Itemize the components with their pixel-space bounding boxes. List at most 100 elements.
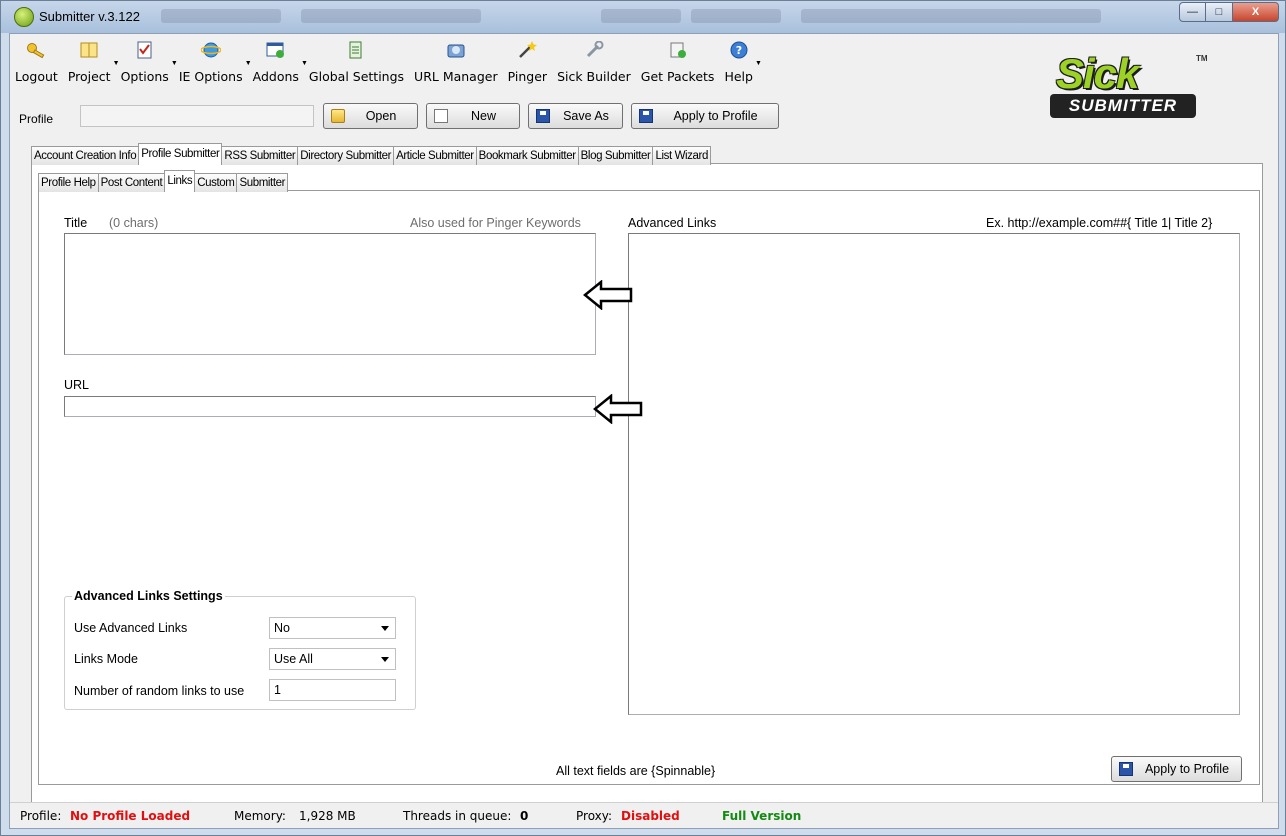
- profile-label: Profile: [19, 112, 54, 126]
- tab-custom[interactable]: Custom: [194, 173, 238, 192]
- folder-icon: [331, 109, 345, 123]
- pinger-button[interactable]: Pinger: [503, 36, 552, 92]
- logout-button[interactable]: Logout: [10, 36, 63, 92]
- links-mode-select[interactable]: Use All: [269, 648, 396, 670]
- save-icon: [536, 109, 550, 123]
- advanced-links-label: Advanced Links: [628, 216, 717, 230]
- blurred-taskbar-area: [801, 9, 1101, 23]
- minimize-button[interactable]: —: [1179, 2, 1206, 22]
- save-as-button[interactable]: Save As: [528, 103, 623, 129]
- key-icon: [25, 40, 47, 60]
- tab-profile-help[interactable]: Profile Help: [38, 173, 99, 192]
- sub-tab-bar: Profile Help Post Content Links Custom S…: [38, 170, 289, 192]
- main-tab-bar: Account Creation Info Profile Submitter …: [31, 143, 711, 165]
- status-proxy-label: Proxy:: [576, 809, 613, 823]
- status-proxy-value: Disabled: [621, 809, 680, 823]
- window-add-icon: [265, 40, 287, 60]
- ie-options-menu[interactable]: IE Options ▼: [174, 36, 252, 92]
- title-hint: Also used for Pinger Keywords: [410, 216, 581, 230]
- save-icon: [639, 109, 653, 123]
- chevron-down-icon[interactable]: ▼: [755, 60, 762, 67]
- client-area: Logout Project ▼ Options ▼ IE Options ▼ …: [9, 33, 1279, 829]
- logo-trademark: TM: [1196, 54, 1208, 63]
- global-settings-button[interactable]: Global Settings: [304, 36, 409, 92]
- save-icon: [1119, 762, 1133, 776]
- title-bar[interactable]: Submitter v.3.122 — □ X: [1, 1, 1285, 33]
- dropdown-arrow-icon: [381, 657, 389, 662]
- help-icon: ?: [728, 40, 750, 60]
- window-title: Submitter v.3.122: [39, 9, 140, 24]
- status-threads-value: 0: [520, 809, 529, 823]
- book-icon: [78, 40, 100, 60]
- tab-links[interactable]: Links: [164, 170, 196, 192]
- url-input[interactable]: [64, 396, 596, 417]
- status-memory-label: Memory:: [234, 809, 286, 823]
- use-advanced-links-select[interactable]: No: [269, 617, 396, 639]
- new-button[interactable]: New: [426, 103, 520, 129]
- new-document-icon: [434, 109, 448, 123]
- spinnable-note: All text fields are {Spinnable}: [556, 764, 716, 778]
- use-advanced-links-label: Use Advanced Links: [74, 621, 188, 635]
- addons-menu[interactable]: Addons ▼: [248, 36, 308, 92]
- url-manager-button[interactable]: URL Manager: [409, 36, 503, 92]
- status-version: Full Version: [722, 809, 802, 823]
- tab-rss-submitter[interactable]: RSS Submitter: [221, 146, 299, 165]
- tab-account-creation-info[interactable]: Account Creation Info: [31, 146, 140, 165]
- options-menu[interactable]: Options ▼: [116, 36, 178, 92]
- profile-input[interactable]: [80, 105, 314, 127]
- status-memory-value: 1,928 MB: [299, 809, 356, 823]
- apply-to-profile-bottom-button[interactable]: Apply to Profile: [1111, 756, 1242, 782]
- packets-icon: [667, 40, 689, 60]
- logo-text-bottom: SUBMITTER: [1050, 94, 1196, 118]
- get-packets-button[interactable]: Get Packets: [636, 36, 720, 92]
- tab-post-content[interactable]: Post Content: [97, 173, 166, 192]
- random-links-label: Number of random links to use: [74, 684, 245, 698]
- advanced-links-example: Ex. http://example.com##{ Title 1| Title…: [986, 216, 1213, 230]
- status-bar: Profile: No Profile Loaded Memory: 1,928…: [10, 802, 1278, 828]
- profile-bar: Profile Open New Save As Apply to Profil…: [10, 102, 810, 132]
- tab-blog-submitter[interactable]: Blog Submitter: [577, 146, 654, 165]
- tab-list-wizard[interactable]: List Wizard: [652, 146, 711, 165]
- logo-text-top: Sick: [1056, 50, 1139, 97]
- blurred-taskbar-area: [301, 9, 481, 23]
- tab-directory-submitter[interactable]: Directory Submitter: [297, 146, 395, 165]
- advanced-links-settings-title: Advanced Links Settings: [72, 589, 225, 603]
- title-label: Title: [64, 216, 88, 230]
- tab-bookmark-submitter[interactable]: Bookmark Submitter: [475, 146, 579, 165]
- blurred-taskbar-area: [601, 9, 681, 23]
- left-arrow-icon: [593, 394, 643, 424]
- toolbar: Logout Project ▼ Options ▼ IE Options ▼ …: [10, 36, 762, 92]
- tab-submitter[interactable]: Submitter: [236, 173, 289, 192]
- tab-profile-submitter[interactable]: Profile Submitter: [138, 143, 223, 165]
- url-manager-icon: [445, 40, 467, 60]
- status-threads-label: Threads in queue:: [403, 809, 512, 823]
- project-menu[interactable]: Project ▼: [63, 36, 120, 92]
- svg-text:?: ?: [735, 44, 741, 57]
- app-icon[interactable]: [14, 7, 34, 27]
- close-button[interactable]: X: [1233, 2, 1279, 22]
- dropdown-arrow-icon: [381, 626, 389, 631]
- left-arrow-icon: [583, 280, 633, 310]
- ie-icon: [200, 40, 222, 60]
- tab-article-submitter[interactable]: Article Submitter: [393, 146, 477, 165]
- advanced-links-textarea[interactable]: [628, 233, 1240, 715]
- window-controls: — □ X: [1179, 2, 1279, 24]
- wand-icon: [516, 40, 538, 60]
- url-label: URL: [64, 378, 90, 392]
- sick-builder-button[interactable]: Sick Builder: [552, 36, 636, 92]
- app-window: Submitter v.3.122 — □ X Logout Project ▼: [0, 0, 1286, 836]
- status-profile-value: No Profile Loaded: [70, 809, 191, 823]
- sick-submitter-logo: Sick TM SUBMITTER: [1050, 50, 1208, 122]
- help-menu[interactable]: ? Help ▼: [719, 36, 762, 92]
- settings-doc-icon: [345, 40, 367, 60]
- blurred-taskbar-area: [161, 9, 281, 23]
- links-mode-label: Links Mode: [74, 652, 138, 666]
- wrench-icon: [583, 40, 605, 60]
- random-links-input[interactable]: 1: [269, 679, 396, 701]
- title-textarea[interactable]: [64, 233, 596, 355]
- open-button[interactable]: Open: [323, 103, 418, 129]
- checklist-icon: [134, 40, 156, 60]
- maximize-button[interactable]: □: [1206, 2, 1233, 22]
- apply-to-profile-top-button[interactable]: Apply to Profile: [631, 103, 779, 129]
- blurred-taskbar-area: [691, 9, 781, 23]
